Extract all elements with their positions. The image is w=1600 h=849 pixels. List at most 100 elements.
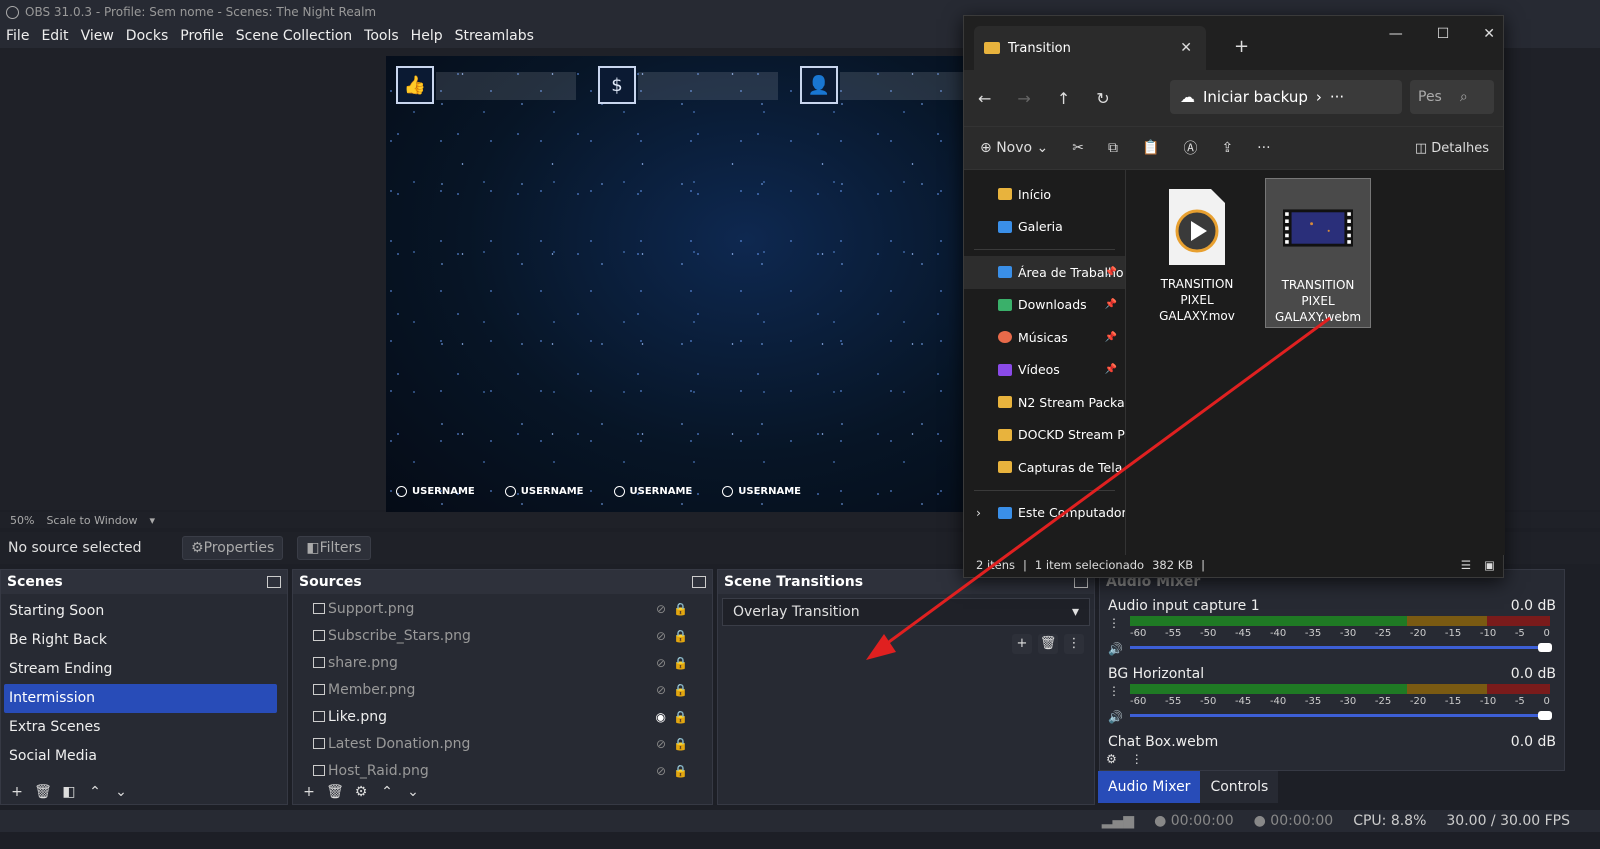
add-icon[interactable]: + xyxy=(299,784,319,800)
paste-icon[interactable]: 📋 xyxy=(1142,140,1159,156)
speaker-icon[interactable]: 🔊 xyxy=(1108,642,1123,656)
up-icon[interactable]: ↑ xyxy=(1057,89,1070,108)
tab-controls[interactable]: Controls xyxy=(1200,771,1279,803)
eye-hidden-icon[interactable]: ⊘ xyxy=(656,737,666,751)
more-icon[interactable]: ⋮ xyxy=(1108,684,1123,698)
nav-item-music[interactable]: Músicas 📌 xyxy=(964,321,1125,354)
scale-mode-select[interactable]: Scale to Window xyxy=(46,514,137,527)
add-icon[interactable]: + xyxy=(1012,634,1032,654)
share-icon[interactable]: ⇪ xyxy=(1221,140,1233,156)
add-icon[interactable]: + xyxy=(7,784,27,800)
trash-icon[interactable]: 🗑 xyxy=(33,784,53,800)
lock-icon[interactable]: 🔒 xyxy=(673,683,688,697)
nav-item-folder[interactable]: Capturas de Tela xyxy=(964,451,1125,484)
volume-slider[interactable] xyxy=(1130,711,1552,720)
nav-item-this-pc[interactable]: › Este Computador xyxy=(964,497,1125,530)
chevron-down-icon[interactable]: ⌄ xyxy=(403,784,423,800)
filters-button[interactable]: ◧Filters xyxy=(297,536,371,560)
lock-icon[interactable]: 🔒 xyxy=(673,656,688,670)
scene-item[interactable]: Be Right Back xyxy=(1,626,287,655)
close-tab-icon[interactable]: ✕ xyxy=(1180,40,1192,56)
list-view-icon[interactable]: ☰ xyxy=(1461,558,1471,572)
trash-icon[interactable]: 🗑 xyxy=(1038,634,1058,654)
menu-tools[interactable]: Tools xyxy=(364,28,399,44)
menu-edit[interactable]: Edit xyxy=(41,28,68,44)
maximize-icon[interactable]: ☐ xyxy=(1437,26,1450,42)
lock-icon[interactable]: 🔒 xyxy=(673,602,688,616)
menu-profile[interactable]: Profile xyxy=(180,28,224,44)
details-button[interactable]: ◫ Detalhes xyxy=(1415,141,1489,156)
scene-item[interactable]: Social Media xyxy=(1,742,287,771)
pin-icon[interactable]: 📌 xyxy=(1105,299,1117,310)
nav-item-videos[interactable]: Vídeos 📌 xyxy=(964,354,1125,387)
menu-scene-collection[interactable]: Scene Collection xyxy=(236,28,352,44)
menu-help[interactable]: Help xyxy=(411,28,443,44)
trash-icon[interactable]: 🗑 xyxy=(325,784,345,800)
copy-icon[interactable]: ⧉ xyxy=(1108,140,1118,156)
gear-icon[interactable]: ⚙ xyxy=(1106,752,1117,766)
lock-icon[interactable]: 🔒 xyxy=(673,629,688,643)
ellipsis-icon[interactable]: ··· xyxy=(1330,88,1344,106)
nav-item-galeria[interactable]: Galeria xyxy=(964,211,1125,244)
source-item[interactable]: Host_Raid.png ⊘ 🔒 xyxy=(293,757,712,784)
pin-icon[interactable]: 📌 xyxy=(1105,332,1117,343)
scene-item[interactable]: Extra Scenes xyxy=(1,713,287,742)
source-item[interactable]: Support.png ⊘ 🔒 xyxy=(293,595,712,622)
more-icon[interactable]: ⋮ xyxy=(1108,616,1123,630)
search-box[interactable]: Pes ⌕ xyxy=(1410,80,1494,114)
chevron-down-icon[interactable]: ▾ xyxy=(149,514,155,527)
nav-item-downloads[interactable]: Downloads 📌 xyxy=(964,289,1125,322)
filter-icon[interactable]: ◧ xyxy=(59,784,79,800)
eye-hidden-icon[interactable]: ⊘ xyxy=(656,602,666,616)
file-item-selected[interactable]: TRANSITION PIXEL GALAXY.webm xyxy=(1265,178,1371,328)
volume-slider[interactable] xyxy=(1130,643,1552,652)
chevron-up-icon[interactable]: ⌃ xyxy=(85,784,105,800)
nav-item-folder[interactable]: N2 Stream Package xyxy=(964,386,1125,419)
forward-icon[interactable]: → xyxy=(1017,89,1030,108)
more-icon[interactable]: ··· xyxy=(1257,140,1270,156)
menu-view[interactable]: View xyxy=(81,28,114,44)
pin-icon[interactable]: 📌 xyxy=(1105,364,1117,375)
minimize-icon[interactable]: — xyxy=(1389,26,1403,42)
address-bar[interactable]: ☁ Iniciar backup › ··· xyxy=(1170,80,1402,114)
cut-icon[interactable]: ✂ xyxy=(1072,140,1084,156)
undock-icon[interactable] xyxy=(267,576,281,588)
source-item[interactable]: Subscribe_Stars.png ⊘ 🔒 xyxy=(293,622,712,649)
source-item[interactable]: Like.png ◉ 🔒 xyxy=(293,703,712,730)
chevron-down-icon[interactable]: ⌄ xyxy=(111,784,131,800)
nav-item-folder[interactable]: DOCKD Stream Package xyxy=(964,419,1125,452)
slider-handle[interactable] xyxy=(1538,643,1552,652)
nav-item-inicio[interactable]: Início xyxy=(964,178,1125,211)
undock-icon[interactable] xyxy=(692,576,706,588)
tab-audio-mixer[interactable]: Audio Mixer xyxy=(1098,771,1201,803)
scene-item[interactable]: Starting Soon xyxy=(1,597,287,626)
scene-item-selected[interactable]: Intermission xyxy=(4,684,277,713)
eye-hidden-icon[interactable]: ⊘ xyxy=(656,629,666,643)
eye-hidden-icon[interactable]: ⊘ xyxy=(656,764,666,778)
source-item[interactable]: Member.png ⊘ 🔒 xyxy=(293,676,712,703)
slider-handle[interactable] xyxy=(1538,711,1552,720)
refresh-icon[interactable]: ↻ xyxy=(1096,89,1109,108)
scene-item[interactable]: Stream Ending xyxy=(1,655,287,684)
rename-icon[interactable]: Ⓐ xyxy=(1183,138,1197,158)
speaker-icon[interactable]: 🔊 xyxy=(1108,710,1123,724)
chevron-up-icon[interactable]: ⌃ xyxy=(377,784,397,800)
new-tab-icon[interactable]: + xyxy=(1234,36,1249,57)
lock-icon[interactable]: 🔒 xyxy=(673,737,688,751)
file-item[interactable]: TRANSITION PIXEL GALAXY.mov xyxy=(1144,178,1250,328)
chevron-right-icon[interactable]: › xyxy=(976,505,981,520)
eye-icon[interactable]: ◉ xyxy=(656,710,666,724)
menu-file[interactable]: File xyxy=(6,28,29,44)
explorer-tab[interactable]: Transition ✕ xyxy=(974,26,1206,70)
back-icon[interactable]: ← xyxy=(978,89,991,108)
lock-icon[interactable]: 🔒 xyxy=(673,764,688,778)
nav-item-desktop[interactable]: Área de Trabalho 📌 xyxy=(964,256,1125,289)
menu-docks[interactable]: Docks xyxy=(126,28,168,44)
lock-icon[interactable]: 🔒 xyxy=(673,710,688,724)
grid-view-icon[interactable]: ▣ xyxy=(1484,558,1495,572)
transition-select[interactable]: Overlay Transition ▾ xyxy=(722,598,1090,626)
source-item[interactable]: share.png ⊘ 🔒 xyxy=(293,649,712,676)
properties-button[interactable]: ⚙Properties xyxy=(182,536,284,560)
preview-canvas[interactable]: 👍 $ 👤 USERNAME USERNAME USERNAME USERNAM… xyxy=(386,56,986,515)
new-button[interactable]: ⊕ Novo ⌄ xyxy=(980,140,1048,156)
